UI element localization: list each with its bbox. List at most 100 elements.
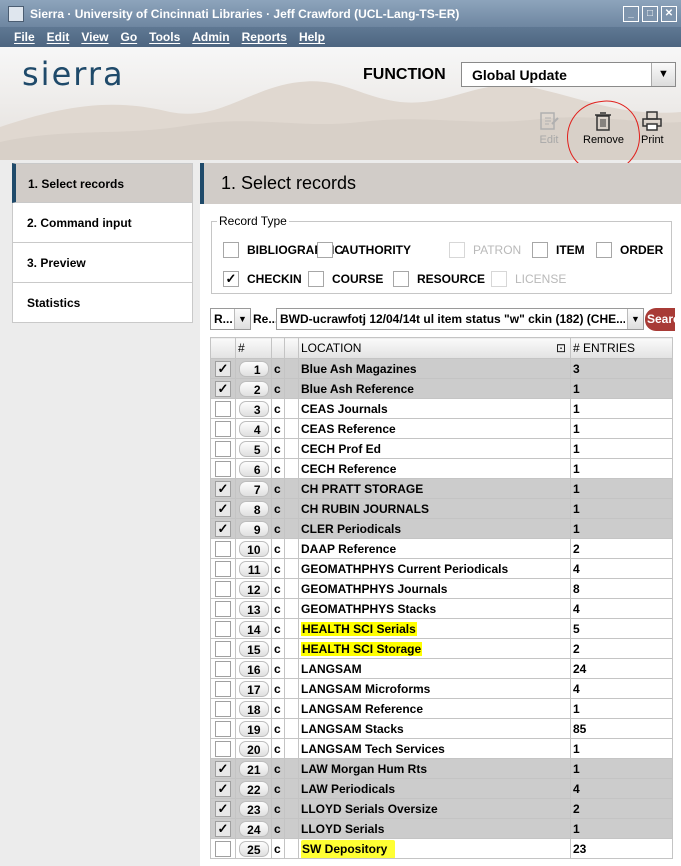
menu-go[interactable]: Go [120, 30, 137, 44]
table-row[interactable]: 20 c LANGSAM Tech Services 1 [210, 738, 673, 759]
row-checkbox[interactable]: ✓ [210, 378, 236, 399]
step-select-records[interactable]: 1. Select records [12, 163, 193, 203]
table-row[interactable]: ✓ 22 c LAW Periodicals 4 [210, 778, 673, 799]
row-checkbox[interactable] [210, 538, 236, 559]
row-checkbox[interactable] [210, 618, 236, 639]
table-row[interactable]: ✓ 1 c Blue Ash Magazines 3 [210, 358, 673, 379]
table-row[interactable]: 19 c LANGSAM Stacks 85 [210, 718, 673, 739]
checkbox-course[interactable]: COURSE [308, 271, 383, 287]
menu-reports[interactable]: Reports [242, 30, 287, 44]
row-checkbox[interactable]: ✓ [210, 818, 236, 839]
select-column-header[interactable] [210, 337, 236, 359]
number-column-header[interactable]: # [235, 337, 272, 359]
row-checkbox[interactable] [210, 438, 236, 459]
row-type: c [271, 498, 285, 519]
table-row[interactable]: ✓ 21 c LAW Morgan Hum Rts 1 [210, 758, 673, 779]
print-button[interactable]: Print [641, 110, 664, 146]
location-column-header[interactable]: LOCATION ⊡ [298, 337, 571, 359]
review-file-select[interactable]: BWD-ucrawfotj 12/04/14t ul item status "… [276, 308, 644, 330]
location-text: Blue Ash Magazines [301, 361, 417, 376]
table-row[interactable]: 6 c CECH Reference 1 [210, 458, 673, 479]
row-number: 22 [238, 780, 269, 797]
checkbox-label: CHECKIN [247, 272, 302, 286]
checkbox-item[interactable]: ITEM [532, 242, 585, 258]
row-checkbox[interactable]: ✓ [210, 498, 236, 519]
row-checkbox[interactable] [210, 558, 236, 579]
row-checkbox[interactable] [210, 458, 236, 479]
row-checkbox[interactable] [210, 718, 236, 739]
row-checkbox[interactable] [210, 638, 236, 659]
main-header: 1. Select records [200, 163, 681, 204]
row-checkbox[interactable] [210, 698, 236, 719]
edit-button[interactable]: Edit [538, 110, 560, 146]
row-checkbox[interactable] [210, 838, 236, 859]
step-command-input[interactable]: 2. Command input [12, 203, 193, 243]
row-checkbox[interactable]: ✓ [210, 358, 236, 379]
row-type: c [271, 698, 285, 719]
table-row[interactable]: 11 c GEOMATHPHYS Current Periodicals 4 [210, 558, 673, 579]
step-preview[interactable]: 3. Preview [12, 243, 193, 283]
checkbox-patron[interactable]: PATRON [449, 242, 521, 258]
row-entries: 1 [570, 518, 673, 539]
checkmark-icon: ✓ [215, 360, 231, 377]
entries-column-header[interactable]: # ENTRIES [570, 337, 673, 359]
row-number-cell: 13 [235, 598, 272, 619]
row-checkbox[interactable]: ✓ [210, 778, 236, 799]
menu-file[interactable]: File [14, 30, 35, 44]
table-row[interactable]: 15 c HEALTH SCI Storage 2 [210, 638, 673, 659]
table-row[interactable]: 4 c CEAS Reference 1 [210, 418, 673, 439]
row-checkbox[interactable] [210, 678, 236, 699]
table-row[interactable]: 13 c GEOMATHPHYS Stacks 4 [210, 598, 673, 619]
table-row[interactable]: ✓ 24 c LLOYD Serials 1 [210, 818, 673, 839]
table-row[interactable]: 5 c CECH Prof Ed 1 [210, 438, 673, 459]
checkbox-authority[interactable]: AUTHORITY [317, 242, 411, 258]
row-checkbox[interactable] [210, 658, 236, 679]
row-checkbox[interactable] [210, 598, 236, 619]
menu-view[interactable]: View [81, 30, 108, 44]
location-text: HEALTH SCI Storage [301, 641, 423, 656]
table-row[interactable]: 18 c LANGSAM Reference 1 [210, 698, 673, 719]
row-checkbox[interactable]: ✓ [210, 518, 236, 539]
table-row[interactable]: 12 c GEOMATHPHYS Journals 8 [210, 578, 673, 599]
row-number-cell: 8 [235, 498, 272, 519]
menu-admin[interactable]: Admin [192, 30, 229, 44]
menu-edit[interactable]: Edit [47, 30, 70, 44]
close-button[interactable]: ✕ [661, 5, 677, 22]
row-entries: 4 [570, 778, 673, 799]
row-checkbox[interactable] [210, 738, 236, 759]
table-row[interactable]: 16 c LANGSAM 24 [210, 658, 673, 679]
table-row[interactable]: 10 c DAAP Reference 2 [210, 538, 673, 559]
search-button[interactable]: Search [645, 308, 675, 331]
checkbox-box [317, 242, 333, 258]
table-row[interactable]: 14 c HEALTH SCI Serials 5 [210, 618, 673, 639]
column-chooser-icon[interactable]: ⊡ [556, 341, 566, 355]
menu-tools[interactable]: Tools [149, 30, 180, 44]
checkbox-license[interactable]: LICENSE [491, 271, 566, 287]
table-row[interactable]: ✓ 2 c Blue Ash Reference 1 [210, 378, 673, 399]
record-type-select[interactable]: R... ▼ [210, 308, 251, 330]
table-row[interactable]: 17 c LANGSAM Microforms 4 [210, 678, 673, 699]
table-row[interactable]: ✓ 23 c LLOYD Serials Oversize 2 [210, 798, 673, 819]
table-row[interactable]: 25 c SW Depository 23 [210, 838, 673, 859]
location-text: CECH Prof Ed [301, 441, 382, 456]
table-row[interactable]: ✓ 7 c CH PRATT STORAGE 1 [210, 478, 673, 499]
row-checkbox[interactable] [210, 418, 236, 439]
table-row[interactable]: ✓ 8 c CH RUBIN JOURNALS 1 [210, 498, 673, 519]
menu-help[interactable]: Help [299, 30, 325, 44]
checkbox-order[interactable]: ORDER [596, 242, 663, 258]
row-location: HEALTH SCI Storage [298, 638, 571, 659]
checkbox-checkin[interactable]: ✓ CHECKIN [223, 271, 302, 287]
table-row[interactable]: ✓ 9 c CLER Periodicals 1 [210, 518, 673, 539]
function-select[interactable]: Global Update ▼ [461, 62, 676, 87]
row-checkbox[interactable] [210, 578, 236, 599]
minimize-button[interactable]: _ [623, 5, 639, 22]
row-checkbox[interactable]: ✓ [210, 758, 236, 779]
table-row[interactable]: 3 c CEAS Journals 1 [210, 398, 673, 419]
row-checkbox[interactable] [210, 398, 236, 419]
maximize-button[interactable]: □ [642, 5, 658, 22]
row-number-cell: 1 [235, 358, 272, 379]
row-checkbox[interactable]: ✓ [210, 798, 236, 819]
row-checkbox[interactable]: ✓ [210, 478, 236, 499]
checkbox-resource[interactable]: RESOURCE [393, 271, 485, 287]
step-statistics[interactable]: Statistics [12, 283, 193, 323]
